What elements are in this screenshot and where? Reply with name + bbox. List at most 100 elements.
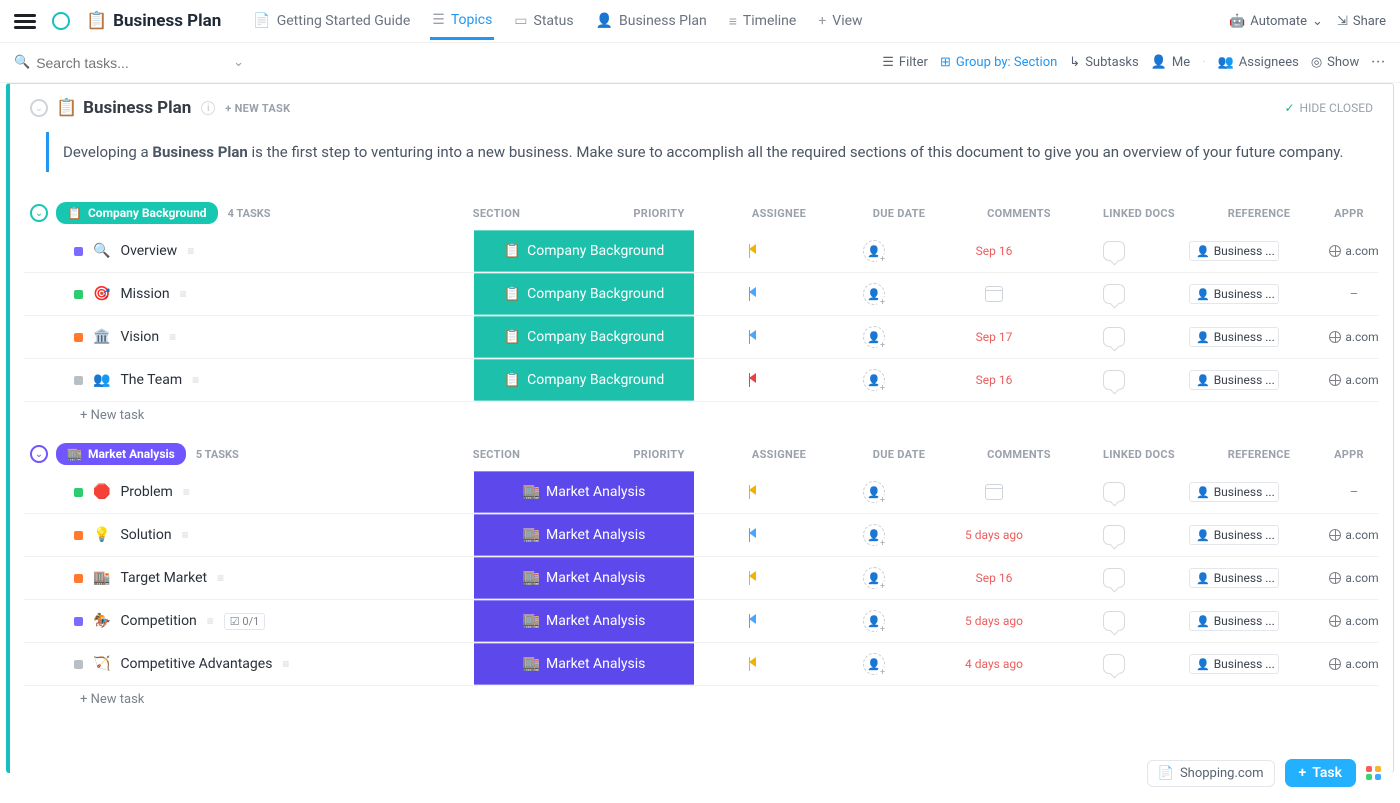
priority-cell[interactable] [694, 657, 814, 671]
linked-docs-cell[interactable]: 👤Business ... [1174, 370, 1294, 390]
description-icon[interactable]: ≡ [169, 330, 176, 344]
section-cell[interactable]: 🏬Market Analysis [474, 643, 694, 685]
reference-cell[interactable]: a.com [1294, 528, 1394, 542]
due-date-cell[interactable]: Sep 17 [934, 330, 1054, 344]
comments-cell[interactable] [1054, 241, 1174, 261]
reference-link[interactable]: a.com [1329, 571, 1378, 585]
collapse-group-icon[interactable]: ⌄ [30, 204, 48, 222]
assignees-button[interactable]: 👥Assignees [1218, 55, 1299, 70]
priority-cell[interactable] [694, 571, 814, 585]
assignee-cell[interactable]: 👤+ [814, 481, 934, 503]
due-date-cell[interactable] [934, 286, 1054, 302]
column-header[interactable]: PRIORITY [599, 448, 719, 461]
linked-docs-cell[interactable]: 👤Business ... [1174, 654, 1294, 674]
priority-cell[interactable] [694, 330, 814, 344]
priority-cell[interactable] [694, 287, 814, 301]
linked-doc-chip[interactable]: 👤Business ... [1189, 327, 1279, 347]
description-icon[interactable]: ≡ [217, 571, 224, 585]
column-header[interactable]: ASSIGNEE [719, 207, 839, 220]
due-date-cell[interactable] [934, 484, 1054, 500]
assignee-cell[interactable]: 👤+ [814, 369, 934, 391]
comments-cell[interactable] [1054, 654, 1174, 674]
tab-timeline[interactable]: ≡Timeline [727, 4, 799, 39]
apps-grid-icon[interactable] [1366, 766, 1382, 780]
linked-docs-cell[interactable]: 👤Business ... [1174, 284, 1294, 304]
assignee-cell[interactable]: 👤+ [814, 240, 934, 262]
tab-topics[interactable]: ☰Topics [430, 3, 494, 40]
linked-docs-cell[interactable]: 👤Business ... [1174, 241, 1294, 261]
task-row[interactable]: 💡 Solution ≡ 🏬Market Analysis👤+5 days ag… [24, 514, 1379, 557]
column-header[interactable]: COMMENTS [959, 207, 1079, 220]
task-row[interactable]: 🔍 Overview ≡ 📋Company Background👤+Sep 16… [24, 230, 1379, 273]
new-task-row[interactable]: + New task [24, 402, 1379, 429]
task-row[interactable]: 🏛️ Vision ≡ 📋Company Background👤+Sep 17👤… [24, 316, 1379, 359]
linked-doc-chip[interactable]: 👤Business ... [1189, 284, 1279, 304]
description-icon[interactable]: ≡ [192, 373, 199, 387]
column-header[interactable]: APPR [1319, 207, 1379, 220]
attachment-chip[interactable]: 📄 Shopping.com [1147, 760, 1275, 787]
tab-business-plan[interactable]: 👤Business Plan [594, 4, 709, 38]
reference-cell[interactable]: – [1294, 287, 1394, 302]
search-input[interactable] [36, 55, 176, 71]
due-date-cell[interactable]: 5 days ago [934, 614, 1054, 628]
priority-cell[interactable] [694, 485, 814, 499]
new-task-top-button[interactable]: + NEW TASK [225, 102, 290, 115]
reference-cell[interactable]: a.com [1294, 657, 1394, 671]
assignee-cell[interactable]: 👤+ [814, 524, 934, 546]
reference-link[interactable]: a.com [1329, 244, 1378, 258]
column-header[interactable]: LINKED DOCS [1079, 207, 1199, 220]
assignee-cell[interactable]: 👤+ [814, 653, 934, 675]
comments-cell[interactable] [1054, 284, 1174, 304]
column-header[interactable]: COMMENTS [959, 448, 1079, 461]
reference-cell[interactable]: – [1294, 485, 1394, 500]
group-badge[interactable]: 🏬Market Analysis [56, 443, 186, 465]
column-header[interactable]: SECTION [394, 448, 599, 461]
section-cell[interactable]: 🏬Market Analysis [474, 471, 694, 513]
linked-doc-chip[interactable]: 👤Business ... [1189, 525, 1279, 545]
hide-closed-button[interactable]: ✓ HIDE CLOSED [1284, 101, 1373, 115]
info-icon[interactable]: i [201, 101, 215, 115]
task-row[interactable]: 🛑 Problem ≡ 🏬Market Analysis👤+👤Business … [24, 471, 1379, 514]
create-task-button[interactable]: + Task [1285, 759, 1356, 787]
assignee-cell[interactable]: 👤+ [814, 326, 934, 348]
reference-link[interactable]: a.com [1329, 373, 1378, 387]
section-cell[interactable]: 🏬Market Analysis [474, 557, 694, 599]
subtask-count[interactable]: ☑ 0/1 [224, 613, 266, 630]
collapse-group-icon[interactable]: ⌄ [30, 445, 48, 463]
new-task-row[interactable]: + New task [24, 686, 1379, 713]
reference-cell[interactable]: a.com [1294, 571, 1394, 585]
column-header[interactable]: REFERENCE [1199, 207, 1319, 220]
assignee-cell[interactable]: 👤+ [814, 567, 934, 589]
reference-cell[interactable]: a.com [1294, 614, 1394, 628]
assignee-cell[interactable]: 👤+ [814, 283, 934, 305]
linked-docs-cell[interactable]: 👤Business ... [1174, 327, 1294, 347]
comments-cell[interactable] [1054, 482, 1174, 502]
comments-cell[interactable] [1054, 370, 1174, 390]
column-header[interactable]: ASSIGNEE [719, 448, 839, 461]
column-header[interactable]: LINKED DOCS [1079, 448, 1199, 461]
show-button[interactable]: ◎Show [1311, 55, 1359, 70]
reference-cell[interactable]: a.com [1294, 244, 1394, 258]
column-header[interactable]: REFERENCE [1199, 448, 1319, 461]
section-cell[interactable]: 📋Company Background [474, 359, 694, 401]
reference-link[interactable]: a.com [1329, 614, 1378, 628]
collapse-list-icon[interactable]: ⌄ [30, 99, 48, 117]
due-date-cell[interactable]: Sep 16 [934, 373, 1054, 387]
linked-doc-chip[interactable]: 👤Business ... [1189, 241, 1279, 261]
assignee-cell[interactable]: 👤+ [814, 610, 934, 632]
reference-cell[interactable]: a.com [1294, 373, 1394, 387]
column-header[interactable]: APPR [1319, 448, 1379, 461]
status-indicator[interactable] [74, 333, 83, 342]
status-indicator[interactable] [74, 660, 83, 669]
due-date-cell[interactable]: 4 days ago [934, 657, 1054, 671]
column-header[interactable]: DUE DATE [839, 207, 959, 220]
due-date-cell[interactable]: Sep 16 [934, 244, 1054, 258]
tab-getting-started[interactable]: 📄Getting Started Guide [251, 4, 412, 38]
description-icon[interactable]: ≡ [282, 657, 289, 671]
task-row[interactable]: 👥 The Team ≡ 📋Company Background👤+Sep 16… [24, 359, 1379, 402]
linked-doc-chip[interactable]: 👤Business ... [1189, 370, 1279, 390]
comments-cell[interactable] [1054, 525, 1174, 545]
column-header[interactable]: PRIORITY [599, 207, 719, 220]
automate-button[interactable]: 🤖 Automate ⌄ [1229, 14, 1323, 29]
comments-cell[interactable] [1054, 327, 1174, 347]
